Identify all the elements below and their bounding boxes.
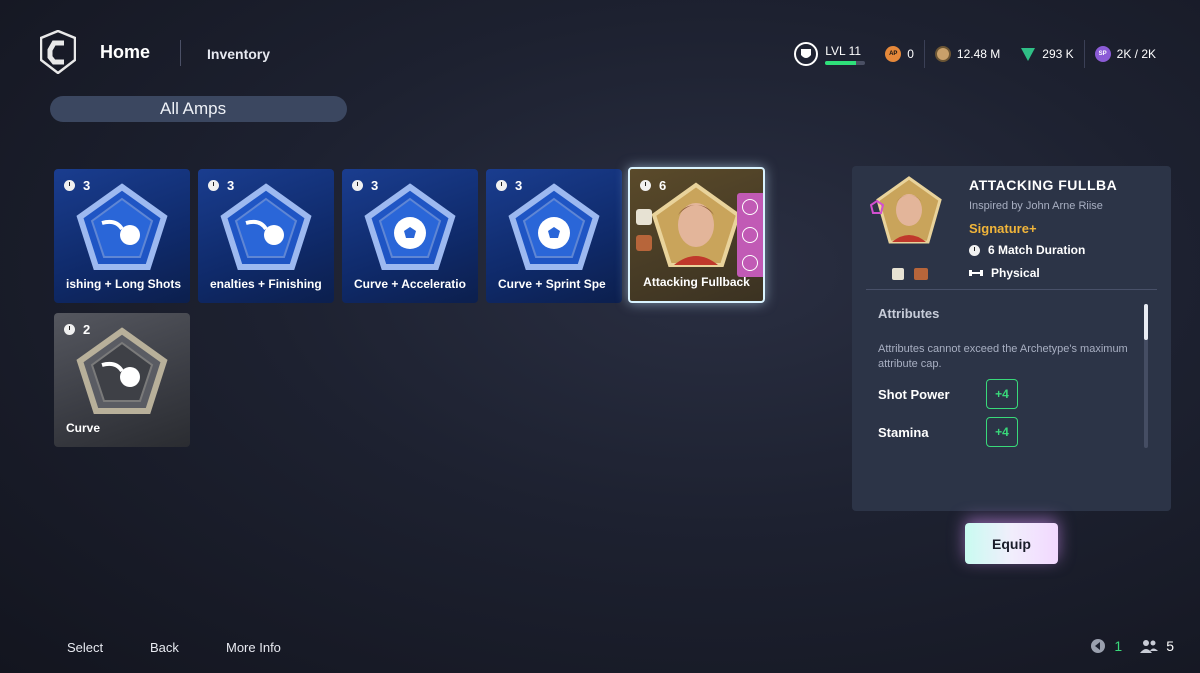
coins-value: 12.48 M (956, 47, 1001, 61)
ap-icon: AP (885, 46, 902, 62)
stopwatch-icon (64, 324, 75, 335)
amp-card-attacking-fullback[interactable]: 6 Attacking Fullback (628, 167, 765, 303)
level-stat: LVL 11 (783, 40, 875, 68)
attribute-name: Shot Power (878, 386, 950, 402)
detail-type-label: Physical (991, 266, 1040, 280)
amp-card-finishing-long-shots[interactable]: 3 ishing + Long Shots (54, 169, 190, 303)
level-wrap: LVL 11 (825, 43, 866, 65)
stopwatch-icon (352, 180, 363, 191)
detail-duration-label: 6 Match Duration (988, 243, 1086, 257)
card-mini-badges (636, 209, 652, 251)
amp-detail-panel: ATTACKING FULLBA Inspired by John Arne R… (852, 166, 1171, 511)
sp-icon: SP (1094, 46, 1111, 62)
fireball-icon (76, 183, 168, 270)
nav-inventory[interactable]: Inventory (207, 46, 270, 62)
lightning-icon (742, 255, 758, 271)
amp-card-curve-acceleration[interactable]: 3 Curve + Acceleratio (342, 169, 478, 303)
notification-icon (1091, 639, 1106, 653)
currency-stats: LVL 11 AP 0 12.48 M 293 K SP 2K / 2K (783, 40, 1166, 68)
points-icon (1021, 48, 1036, 61)
card-label: ishing + Long Shots (66, 277, 181, 291)
amp-card-penalties-finishing[interactable]: 3 enalties + Finishing (198, 169, 334, 303)
boot-icon (636, 235, 652, 251)
card-label: Attacking Fullback (643, 275, 750, 289)
ap-stat: AP 0 (875, 40, 924, 68)
friends-icon (1140, 640, 1159, 653)
party-indicator[interactable]: 5 (1140, 638, 1174, 654)
stopwatch-icon (496, 180, 507, 191)
badge-icon (892, 268, 904, 280)
sp-stat: SP 2K / 2K (1083, 40, 1166, 68)
notifications-indicator[interactable]: 1 (1090, 638, 1122, 654)
attributes-scrollbar[interactable] (1144, 304, 1148, 448)
level-progress-fill (825, 60, 857, 65)
coins-stat: 12.48 M (923, 40, 1010, 68)
stopwatch-icon (64, 180, 75, 191)
level-progress-bar (825, 60, 866, 65)
fireball-icon (76, 327, 168, 414)
level-label: LVL 11 (825, 43, 862, 58)
soccer-ball-icon (508, 183, 600, 270)
panel-divider (866, 289, 1157, 290)
nav-divider (180, 40, 181, 66)
equip-button[interactable]: Equip (965, 523, 1058, 564)
detail-rarity: Signature+ (969, 221, 1037, 236)
notifications-count: 1 (1114, 638, 1123, 654)
badge-icon (636, 209, 652, 225)
points-stat: 293 K (1010, 40, 1083, 68)
nav-home[interactable]: Home (100, 42, 150, 63)
top-bar: Home Inventory LVL 11 AP 0 12.48 M 293 K (0, 0, 1200, 100)
attributes-note: Attributes cannot exceed the Archetype's… (878, 343, 1128, 370)
detail-subtitle: Inspired by John Arne Riise (969, 200, 1103, 212)
filter-label: All Amps (160, 99, 227, 118)
card-label: enalties + Finishing (210, 277, 322, 291)
player-portrait-icon (876, 176, 942, 244)
rarity-gem-icon (870, 200, 884, 214)
fireball-icon (220, 183, 312, 270)
more-info-hint-button[interactable]: More Info (226, 640, 281, 655)
player-portrait-icon (651, 182, 741, 267)
points-value: 293 K (1042, 47, 1074, 61)
select-hint-button[interactable]: Select (67, 640, 103, 655)
card-label: Curve (66, 421, 101, 435)
card-label: Curve + Sprint Spe (498, 277, 606, 291)
bolt-icon (742, 227, 758, 243)
detail-duration: 6 Match Duration (969, 243, 1085, 257)
stopwatch-icon (969, 244, 980, 256)
back-hint-button[interactable]: Back (150, 640, 179, 655)
amp-card-curve[interactable]: 2 Curve (54, 313, 190, 447)
card-label: Curve + Acceleratio (354, 277, 466, 291)
level-badge-icon (794, 42, 819, 66)
dumbbell-icon (969, 270, 983, 276)
shield-icon (742, 199, 758, 215)
sp-value: 2K / 2K (1116, 47, 1156, 61)
attribute-name: Stamina (878, 424, 929, 440)
attribute-row: Shot Power +4 (878, 379, 1018, 409)
detail-title: ATTACKING FULLBA (969, 177, 1118, 193)
detail-header: ATTACKING FULLBA Inspired by John Arne R… (852, 166, 1171, 290)
attribute-value: +4 (986, 417, 1018, 447)
attributes-title: Attributes (878, 306, 940, 321)
scrollbar-thumb[interactable] (1144, 304, 1148, 340)
footer-status: 1 5 (1090, 638, 1174, 654)
boot-icon (914, 268, 928, 280)
card-side-strip (737, 193, 763, 277)
amp-card-curve-sprint-speed[interactable]: 3 Curve + Sprint Spe (486, 169, 622, 303)
soccer-ball-icon (364, 183, 456, 270)
coins-icon (934, 46, 951, 62)
game-logo-icon (40, 30, 76, 74)
party-count: 5 (1166, 638, 1174, 654)
detail-type: Physical (969, 266, 1040, 280)
attribute-value: +4 (986, 379, 1018, 409)
attribute-row: Stamina +4 (878, 417, 1018, 447)
stopwatch-icon (208, 180, 219, 191)
filter-dropdown[interactable]: All Amps (50, 96, 347, 122)
ap-value: 0 (907, 47, 914, 61)
